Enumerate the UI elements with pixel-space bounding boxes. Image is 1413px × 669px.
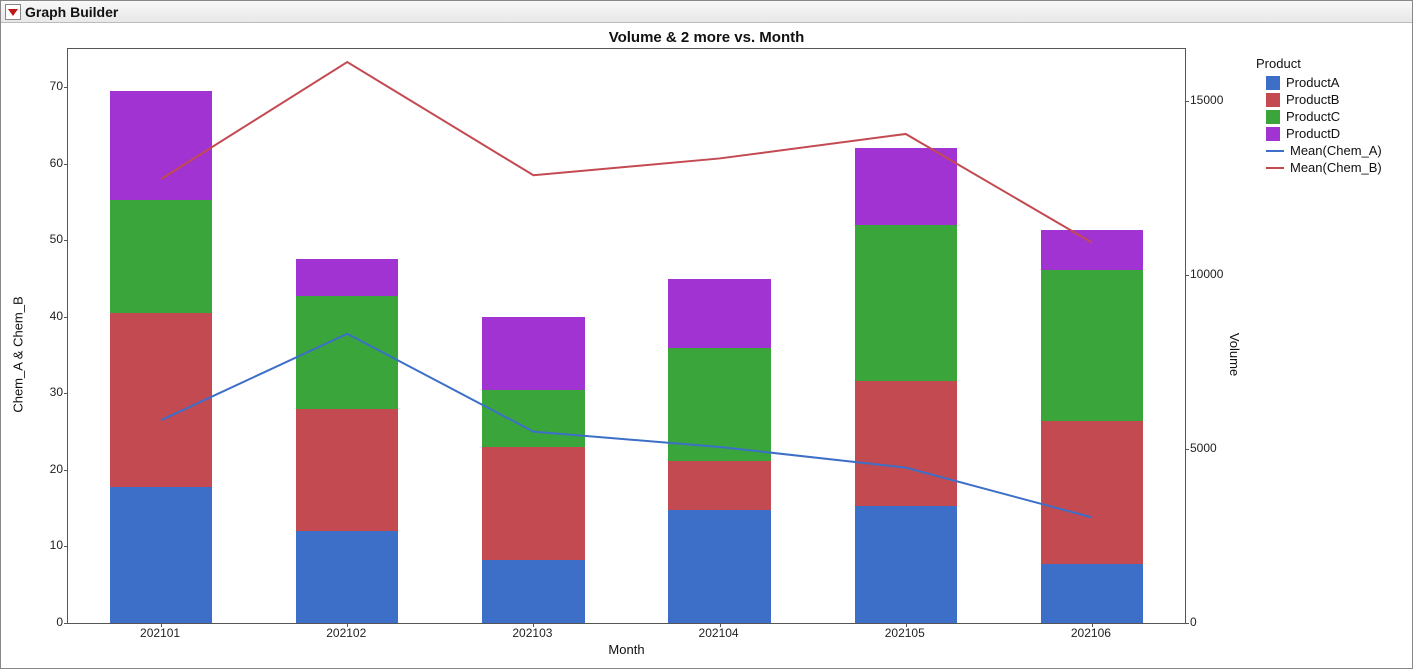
- x-tick-label: 202101: [140, 626, 180, 640]
- bar-segment[interactable]: [855, 225, 957, 382]
- x-tick-label: 202102: [326, 626, 366, 640]
- legend-item[interactable]: Mean(Chem_B): [1256, 160, 1398, 175]
- legend-item[interactable]: ProductB: [1256, 92, 1398, 107]
- bar-segment[interactable]: [668, 461, 770, 510]
- left-axis: Chem_A & Chem_B 0 10 20 30 40 50 60 70: [9, 48, 67, 660]
- legend-label: Mean(Chem_B): [1290, 160, 1382, 175]
- chevron-down-icon: [8, 7, 18, 17]
- x-tick-label: 202105: [885, 626, 925, 640]
- left-tick-label: 40: [50, 309, 63, 323]
- legend-swatch: [1266, 93, 1280, 107]
- right-axis-label: Volume: [1226, 48, 1244, 660]
- left-tick-label: 30: [50, 385, 63, 399]
- legend-label: Mean(Chem_A): [1290, 143, 1382, 158]
- bar-segment[interactable]: [668, 510, 770, 623]
- bar-segment[interactable]: [482, 317, 584, 390]
- left-tick-label: 60: [50, 156, 63, 170]
- legend-swatch: [1266, 110, 1280, 124]
- legend-line-swatch: [1266, 150, 1284, 152]
- x-tick-label: 202104: [699, 626, 739, 640]
- x-axis-ticks: 202101 202102 202103 202104 202105 202106: [67, 624, 1186, 642]
- bar-segment[interactable]: [110, 200, 212, 313]
- bar-segment[interactable]: [296, 259, 398, 296]
- legend-item[interactable]: ProductC: [1256, 109, 1398, 124]
- legend-swatch: [1266, 76, 1280, 90]
- legend-item[interactable]: Mean(Chem_A): [1256, 143, 1398, 158]
- bar-segment[interactable]: [668, 348, 770, 461]
- plot-row: [67, 48, 1186, 624]
- bar-segment[interactable]: [482, 560, 584, 623]
- plot-column: 202101 202102 202103 202104 202105 202106 Mon…: [67, 48, 1186, 660]
- legend-label: ProductA: [1286, 75, 1339, 90]
- bar-segment[interactable]: [1041, 270, 1143, 421]
- right-axis: 0 5000 10000 15000 Volume: [1186, 48, 1244, 660]
- plot-body: Chem_A & Chem_B 010203040506070 20210120…: [9, 48, 1404, 660]
- bar-segment[interactable]: [110, 313, 212, 487]
- bar-segment[interactable]: [1041, 421, 1143, 564]
- chart-title: Volume & 2 more vs. Month: [9, 29, 1404, 46]
- graph-builder-panel: Graph Builder Volume & 2 more vs. Month …: [0, 0, 1413, 669]
- left-tick-label: 10: [50, 538, 63, 552]
- disclosure-button[interactable]: [5, 4, 21, 20]
- bar-segment[interactable]: [668, 279, 770, 349]
- left-tick-label: 70: [50, 79, 63, 93]
- bar-segment[interactable]: [482, 447, 584, 560]
- bar-segment[interactable]: [110, 91, 212, 201]
- bar-segment[interactable]: [296, 296, 398, 409]
- plot-area[interactable]: [67, 48, 1186, 624]
- bar-segment[interactable]: [855, 148, 957, 225]
- legend-label: ProductB: [1286, 92, 1339, 107]
- plot-wrap: Volume & 2 more vs. Month Chem_A & Chem_…: [1, 23, 1412, 668]
- right-axis-ticks: 0 5000 10000 15000: [1186, 48, 1226, 660]
- legend-item[interactable]: ProductA: [1256, 75, 1398, 90]
- panel-title: Graph Builder: [25, 4, 118, 20]
- left-axis-ticks: 0 10 20 30 40 50 60 70: [27, 48, 67, 660]
- bar-segment[interactable]: [296, 531, 398, 623]
- legend: Product ProductA ProductB ProductC ProductD…: [1244, 48, 1404, 660]
- legend-line-swatch: [1266, 167, 1284, 169]
- right-tick-label: 0: [1190, 615, 1197, 629]
- bar-segment[interactable]: [296, 409, 398, 531]
- left-tick-label: 0: [56, 615, 63, 629]
- left-tick-label: 20: [50, 462, 63, 476]
- x-axis-label: Month: [67, 642, 1186, 657]
- legend-title: Product: [1256, 56, 1398, 71]
- right-tick-label: 15000: [1190, 93, 1223, 107]
- panel-header: Graph Builder: [1, 1, 1412, 23]
- bar-segment[interactable]: [1041, 564, 1143, 623]
- bar-segment[interactable]: [482, 390, 584, 447]
- left-tick-label: 50: [50, 232, 63, 246]
- legend-label: ProductC: [1286, 109, 1340, 124]
- right-tick-label: 10000: [1190, 267, 1223, 281]
- legend-label: ProductD: [1286, 126, 1340, 141]
- right-tick-label: 5000: [1190, 441, 1217, 455]
- x-tick-label: 202106: [1071, 626, 1111, 640]
- bar-segment[interactable]: [110, 487, 212, 623]
- legend-item[interactable]: ProductD: [1256, 126, 1398, 141]
- bar-segment[interactable]: [1041, 230, 1143, 270]
- left-axis-label: Chem_A & Chem_B: [9, 48, 27, 660]
- x-axis: 202101 202102 202103 202104 202105 202106 Mon…: [67, 624, 1186, 660]
- x-tick-label: 202103: [512, 626, 552, 640]
- bar-segment[interactable]: [855, 506, 957, 623]
- bar-segment[interactable]: [855, 381, 957, 506]
- legend-swatch: [1266, 127, 1280, 141]
